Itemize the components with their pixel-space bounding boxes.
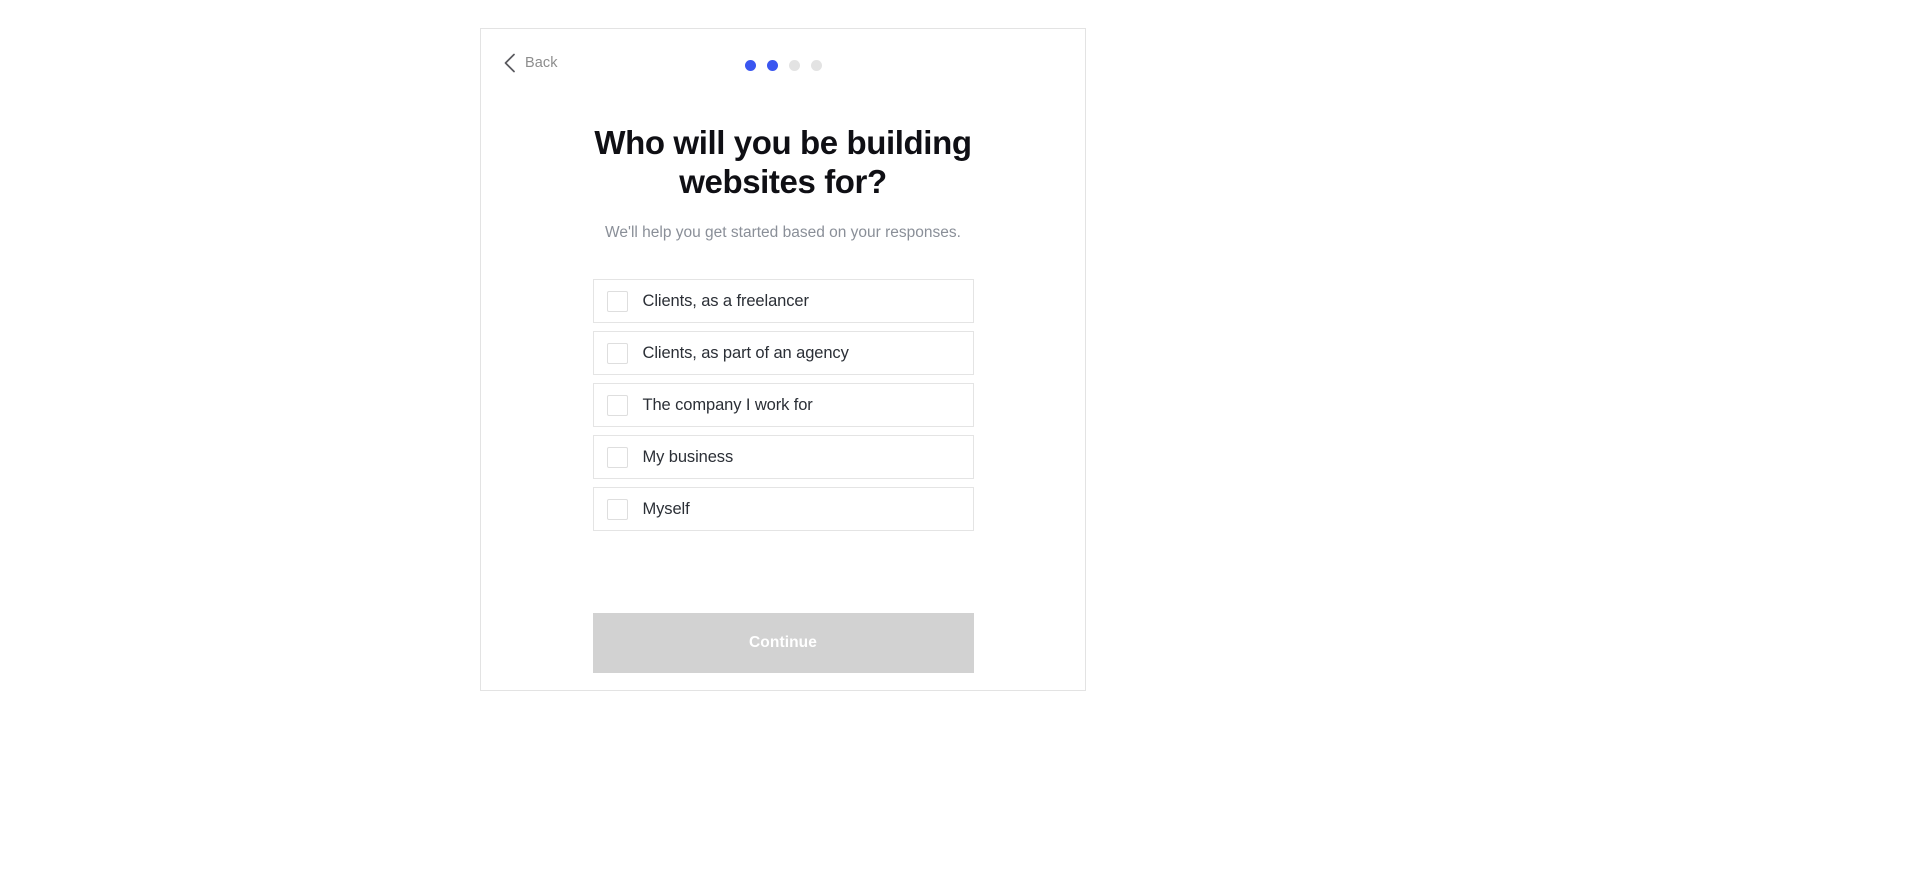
continue-button[interactable]: Continue (592, 613, 974, 674)
option-row-my-business[interactable]: My business (592, 435, 974, 480)
option-list: Clients, as a freelancer Clients, as par… (592, 279, 974, 532)
onboarding-page: Back Who will you be building websites f… (0, 0, 1920, 887)
page-subtitle: We'll help you get started based on your… (605, 223, 961, 241)
option-label: Clients, as a freelancer (642, 291, 809, 310)
checkbox-icon[interactable] (606, 342, 628, 364)
checkbox-icon[interactable] (606, 498, 628, 520)
progress-indicator (481, 60, 1085, 71)
option-label: My business (642, 447, 734, 466)
progress-dot-2 (766, 60, 778, 71)
progress-dot-3 (788, 60, 800, 71)
option-row-clients-agency[interactable]: Clients, as part of an agency (592, 331, 974, 376)
progress-dot-1 (744, 60, 756, 71)
option-row-company[interactable]: The company I work for (592, 383, 974, 428)
option-row-clients-freelancer[interactable]: Clients, as a freelancer (592, 279, 974, 324)
continue-button-wrap: Continue (592, 613, 974, 674)
checkbox-icon[interactable] (606, 290, 628, 312)
onboarding-card: Back Who will you be building websites f… (480, 28, 1086, 691)
option-label: Myself (642, 499, 690, 518)
card-header: Back (481, 29, 1085, 105)
checkbox-icon[interactable] (606, 394, 628, 416)
progress-dot-4 (810, 60, 822, 71)
checkbox-icon[interactable] (606, 446, 628, 468)
page-title: Who will you be building websites for? (594, 124, 972, 201)
option-row-myself[interactable]: Myself (592, 487, 974, 532)
option-label: The company I work for (642, 395, 813, 414)
option-label: Clients, as part of an agency (642, 343, 849, 362)
